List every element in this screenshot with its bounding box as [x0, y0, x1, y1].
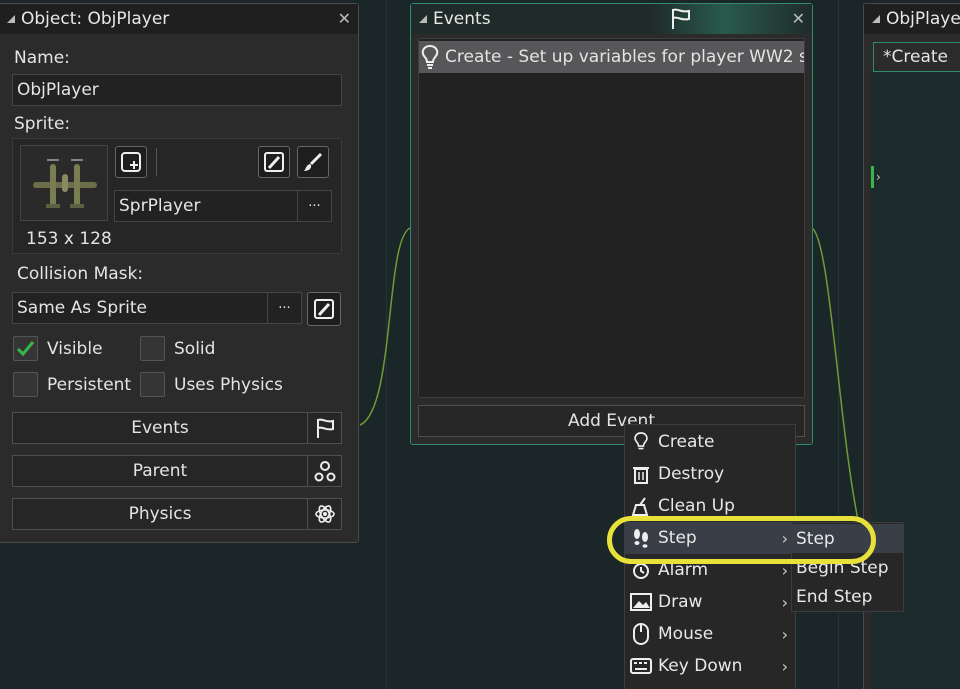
- lightbulb-icon: [419, 44, 441, 70]
- fold-arrow-icon[interactable]: ›: [876, 170, 881, 184]
- events-button[interactable]: Events: [12, 412, 342, 444]
- submenu-arrow-icon: ›: [781, 624, 788, 644]
- menu-item-mouse[interactable]: Mouse ›: [625, 618, 795, 650]
- code-panel-header[interactable]: ObjPlaye: [864, 4, 960, 34]
- sprite-browse-button[interactable]: ···: [297, 190, 332, 222]
- collision-mask-input[interactable]: Same As Sprite: [12, 292, 268, 324]
- edit-collision-mask-button[interactable]: [307, 292, 341, 326]
- code-tab-label: *Create: [883, 47, 948, 67]
- flag-icon: [307, 413, 341, 443]
- object-panel-title: Object: ObjPlayer: [21, 9, 170, 29]
- menu-item-key-down[interactable]: Key Down ›: [625, 650, 795, 682]
- close-icon[interactable]: ✕: [338, 9, 351, 28]
- flag-icon: [669, 8, 693, 35]
- broom-icon: [625, 496, 657, 516]
- sprite-preview[interactable]: [20, 145, 108, 221]
- menu-item-label: Create: [658, 432, 715, 452]
- menu-item-create[interactable]: Create: [625, 426, 795, 458]
- menu-item-draw[interactable]: Draw ›: [625, 586, 795, 618]
- highlight-annotation-ring: [607, 516, 876, 564]
- close-icon[interactable]: ✕: [792, 9, 805, 28]
- menu-item-label: Destroy: [658, 464, 725, 484]
- menu-item-destroy[interactable]: Destroy: [625, 458, 795, 490]
- object-panel-header[interactable]: Object: ObjPlayer ✕: [0, 4, 358, 34]
- submenu-item-end-step[interactable]: End Step: [792, 582, 903, 611]
- visible-label: Visible: [47, 339, 103, 359]
- keyboard-icon: [625, 658, 657, 674]
- parent-button[interactable]: Parent: [12, 455, 342, 487]
- trash-icon: [625, 464, 657, 484]
- menu-item-label: Clean Up: [658, 496, 735, 516]
- events-list: [418, 38, 805, 398]
- paintbrush-icon: [304, 152, 323, 171]
- events-button-label: Events: [131, 418, 189, 438]
- sprite-select-input[interactable]: SprPlayer: [114, 190, 298, 222]
- code-panel-title: ObjPlaye: [886, 9, 960, 29]
- physics-button-label: Physics: [128, 504, 192, 524]
- picture-icon: [625, 593, 657, 611]
- hierarchy-icon: [307, 456, 341, 486]
- paint-sprite-button[interactable]: [297, 146, 329, 178]
- event-item-create[interactable]: Create - Set up variables for player WW2…: [419, 41, 804, 73]
- edit-image-icon: [314, 299, 334, 319]
- menu-item-label: Draw: [658, 592, 703, 612]
- collision-mask-label: Collision Mask:: [17, 264, 144, 284]
- atom-icon: [307, 499, 341, 529]
- submenu-item-label: End Step: [796, 586, 873, 607]
- name-label: Name:: [14, 48, 70, 68]
- checkmark-icon: [16, 341, 35, 357]
- edit-image-icon: [264, 152, 284, 172]
- menu-item-label: Mouse: [658, 624, 714, 644]
- collapse-grip-icon[interactable]: [7, 15, 15, 23]
- sprite-size-text: 153 x 128: [26, 229, 112, 249]
- menu-item-label: Key Down: [658, 656, 743, 676]
- submenu-arrow-icon: ›: [781, 592, 788, 612]
- toolbar-divider: [156, 148, 157, 176]
- solid-label: Solid: [174, 339, 216, 359]
- lightbulb-icon: [625, 431, 657, 453]
- physics-button[interactable]: Physics: [12, 498, 342, 530]
- object-name-input[interactable]: ObjPlayer: [12, 74, 342, 106]
- collapse-grip-icon[interactable]: [872, 15, 880, 23]
- event-item-label: Create - Set up variables for player WW2…: [445, 47, 804, 67]
- plane-sprite-icon: [33, 159, 97, 208]
- persistent-label: Persistent: [47, 375, 132, 395]
- events-panel-header[interactable]: Events ✕: [411, 4, 812, 34]
- edit-sprite-button[interactable]: [258, 146, 290, 178]
- code-gutter-marker: [871, 166, 874, 188]
- code-tab-create[interactable]: *Create: [873, 42, 960, 72]
- parent-button-label: Parent: [132, 461, 188, 481]
- new-sprite-icon: [121, 152, 141, 172]
- new-sprite-button[interactable]: [115, 146, 147, 178]
- mouse-icon: [625, 623, 657, 645]
- visible-checkbox[interactable]: [13, 336, 38, 361]
- collision-mask-browse-button[interactable]: ···: [267, 292, 302, 324]
- sprite-label: Sprite:: [14, 114, 71, 134]
- uses-physics-checkbox[interactable]: [140, 372, 165, 397]
- collapse-grip-icon[interactable]: [419, 15, 427, 23]
- events-panel-title: Events: [433, 9, 491, 29]
- submenu-arrow-icon: ›: [781, 656, 788, 676]
- uses-physics-label: Uses Physics: [174, 375, 283, 395]
- solid-checkbox[interactable]: [140, 336, 165, 361]
- persistent-checkbox[interactable]: [13, 372, 38, 397]
